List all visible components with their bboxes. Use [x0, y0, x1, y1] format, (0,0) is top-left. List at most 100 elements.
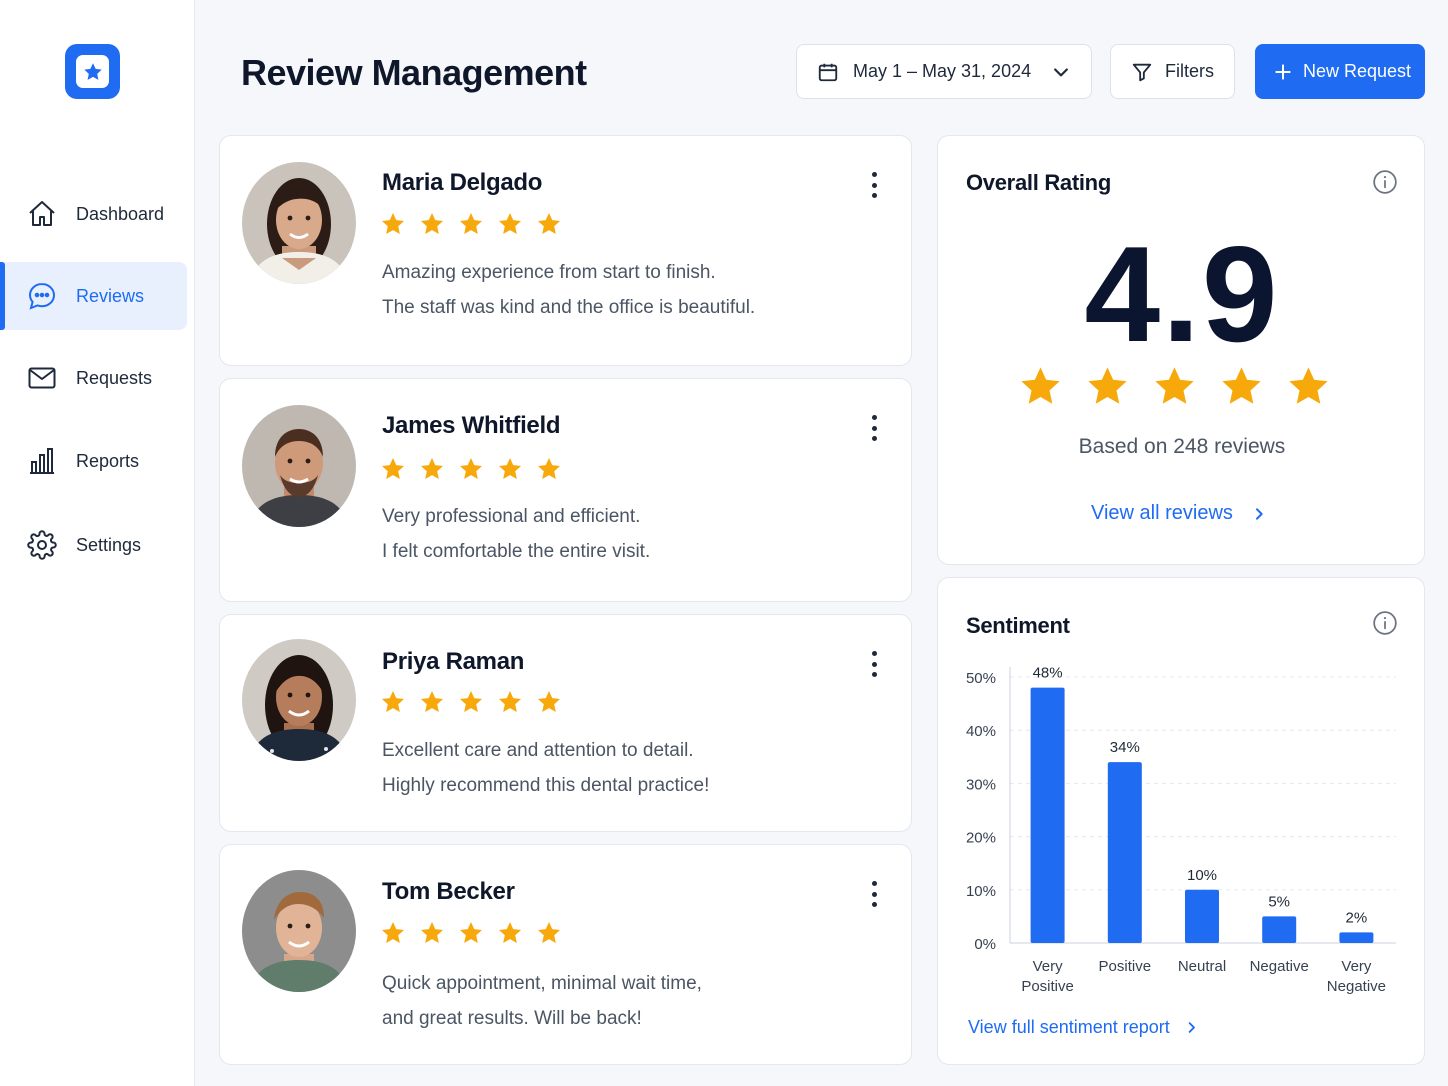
reviewer-name: Maria Delgado: [382, 169, 543, 196]
x-tick-label: Negative: [1250, 958, 1309, 975]
reviewer-name: Tom Becker: [382, 878, 515, 905]
link-label: View all reviews: [1091, 502, 1233, 524]
overall-rating-value: 4.9: [1084, 218, 1280, 370]
sidebar-item-settings[interactable]: Settings: [0, 511, 187, 579]
calendar-icon: [817, 61, 839, 83]
star-icon: [380, 456, 406, 482]
star-icon: [497, 689, 523, 715]
y-tick-label: 10%: [966, 883, 996, 900]
avatar: [242, 870, 356, 992]
envelope-icon: [27, 363, 57, 393]
data-label: 2%: [1346, 909, 1368, 926]
chat-bubble-icon: [27, 281, 57, 311]
star-icon: [380, 920, 406, 946]
sidebar-item-dashboard[interactable]: Dashboard: [0, 180, 187, 248]
star-icon: [458, 456, 484, 482]
more-options-icon[interactable]: [865, 879, 883, 909]
review-text: Amazing experience from start to finish.: [382, 262, 716, 283]
more-options-icon[interactable]: [865, 413, 883, 443]
plus-icon: [1273, 62, 1293, 82]
star-icon: [419, 211, 445, 237]
info-icon[interactable]: [1372, 169, 1398, 195]
bar: [1339, 932, 1374, 943]
star-badge-icon[interactable]: [65, 44, 120, 99]
review-stars: [380, 456, 562, 482]
x-tick-label: Positive: [1021, 978, 1074, 995]
star-icon: [380, 689, 406, 715]
review-text: Very professional and efficient.: [382, 506, 641, 527]
y-tick-label: 0%: [974, 936, 996, 953]
star-icon: [536, 456, 562, 482]
review-stars: [380, 211, 562, 237]
review-stars: [380, 920, 562, 946]
sentiment-card: Sentiment 0% 10% 20% 30% 40% 50% 48% Very Positi…: [937, 577, 1425, 1065]
star-icon: [458, 211, 484, 237]
review-text: Quick appointment, minimal wait time,: [382, 973, 702, 994]
review-text: and great results. Will be back!: [382, 1008, 642, 1029]
bar: [1030, 687, 1065, 943]
star-icon: [1018, 364, 1063, 409]
data-label: 48%: [1033, 665, 1063, 682]
avatar: [242, 162, 356, 284]
x-tick-label: Positive: [1099, 958, 1152, 975]
sidebar-item-reports[interactable]: Reports: [0, 427, 187, 495]
bar: [1262, 916, 1297, 943]
star-icon: [458, 689, 484, 715]
review-card: Priya Raman Excellent care and attention…: [219, 614, 912, 832]
chevron-right-icon: [1251, 506, 1267, 522]
chevron-right-icon: [1184, 1020, 1199, 1035]
star-icon: [497, 211, 523, 237]
sidebar-item-reviews[interactable]: Reviews: [0, 262, 187, 330]
avatar: [242, 639, 356, 761]
view-sentiment-report-link[interactable]: View full sentiment report: [968, 1017, 1199, 1038]
sidebar-item-label: Requests: [76, 367, 153, 388]
star-icon: [380, 211, 406, 237]
sidebar-item-label: Settings: [76, 534, 142, 555]
date-range-label: May 1 – May 31, 2024: [853, 61, 1032, 81]
sidebar-item-label: Dashboard: [76, 203, 165, 224]
y-tick-label: 30%: [966, 776, 996, 793]
filters-button[interactable]: Filters: [1110, 44, 1235, 99]
x-tick-label: Very: [1033, 958, 1064, 975]
y-tick-label: 40%: [966, 723, 996, 740]
star-icon: [536, 211, 562, 237]
star-icon: [536, 689, 562, 715]
star-icon: [536, 920, 562, 946]
overall-stars: [1018, 364, 1331, 409]
y-tick-label: 20%: [966, 830, 996, 847]
data-label: 10%: [1187, 867, 1217, 884]
review-text: The staff was kind and the office is bea…: [382, 297, 756, 318]
home-icon: [27, 199, 57, 229]
star-icon: [1152, 364, 1197, 409]
bar: [1185, 889, 1219, 943]
link-label: View full sentiment report: [968, 1017, 1170, 1037]
review-stars: [380, 689, 562, 715]
review-card: Maria Delgado Amazing experience from st…: [219, 135, 912, 366]
sentiment-bar-chart: 0% 10% 20% 30% 40% 50% 48% Very Positive 34% Posit…: [966, 665, 1396, 995]
star-icon: [1286, 364, 1331, 409]
x-tick-label: Very: [1341, 958, 1372, 975]
gear-icon: [27, 530, 57, 560]
new-request-button[interactable]: New Request: [1255, 44, 1425, 99]
reviewer-name: James Whitfield: [382, 412, 561, 439]
star-icon: [458, 920, 484, 946]
sidebar-item-requests[interactable]: Requests: [0, 344, 187, 412]
review-text: Excellent care and attention to detail.: [382, 740, 694, 761]
chevron-down-icon: [1051, 62, 1071, 82]
review-text: Highly recommend this dental practice!: [382, 775, 710, 796]
sidebar-item-label: Reports: [76, 450, 140, 471]
more-options-icon[interactable]: [865, 649, 883, 679]
y-tick-label: 50%: [966, 670, 996, 687]
data-label: 34%: [1110, 739, 1140, 756]
more-options-icon[interactable]: [865, 170, 883, 200]
filter-icon: [1131, 61, 1153, 83]
review-card: James Whitfield Very professional and ef…: [219, 378, 912, 602]
date-range-picker[interactable]: May 1 – May 31, 2024: [796, 44, 1092, 99]
star-icon: [1219, 364, 1264, 409]
review-card: Tom Becker Quick appointment, minimal wa…: [219, 844, 912, 1065]
star-icon: [497, 456, 523, 482]
overall-rating-card: Overall Rating 4.9 Based on 248 reviews …: [937, 135, 1425, 565]
review-text: I felt comfortable the entire visit.: [382, 541, 651, 562]
star-icon: [419, 456, 445, 482]
view-all-reviews-link[interactable]: View all reviews: [1091, 502, 1267, 525]
